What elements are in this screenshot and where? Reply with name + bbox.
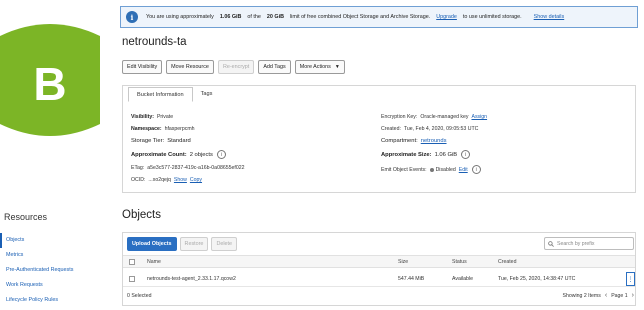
more-actions-label: More Actions (299, 64, 331, 70)
visibility-label: Visibility: (131, 114, 154, 120)
banner-text-mid: of the (247, 14, 261, 20)
selected-count: 0 Selected (127, 293, 152, 299)
visibility-value: Private (156, 114, 174, 120)
select-all-checkbox[interactable] (129, 258, 135, 265)
sidebar-item-pre-authenticated-requests[interactable]: Pre-Authenticated Requests (0, 263, 110, 278)
ocid-value: ...xo2qejq (148, 177, 171, 183)
encryption-key-row: Encryption Key: Oracle-managed key Assig… (381, 114, 487, 120)
search-input[interactable]: Search by prefix (544, 237, 634, 250)
details-tabs: Bucket Information Tags (128, 87, 220, 102)
ocid-copy-link[interactable]: Copy (190, 177, 202, 183)
add-tags-button[interactable]: Add Tags (258, 60, 291, 74)
namespace-value: hfasperpcmh (164, 126, 195, 132)
assign-key-link[interactable]: Assign (472, 114, 488, 120)
etag-row: ETag: a5e3c577-2837-419c-a16b-0a08655ef0… (131, 165, 244, 171)
banner-used: 1.06 GiB (219, 14, 242, 20)
status-dot-icon (429, 167, 434, 172)
banner-text-upgrade-post: to use unlimited storage. (462, 14, 522, 20)
object-size: 547.44 MiB (398, 275, 425, 282)
show-details-link[interactable]: Show details (534, 14, 565, 20)
bucket-actions: Edit Visibility Move Resource Re-encrypt… (122, 60, 345, 74)
approx-size-value: 1.06 GiB (434, 151, 458, 158)
object-status: Available (452, 275, 473, 282)
emit-events-row: Emit Object Events: Disabled Edit i (381, 165, 481, 174)
showing-count: Showing 2 Items (562, 292, 601, 299)
chevron-down-icon: ▼ (334, 64, 340, 70)
approx-size-label: Approximate Size: (381, 151, 432, 158)
search-placeholder: Search by prefix (557, 240, 595, 247)
tab-bucket-information[interactable]: Bucket Information (128, 87, 193, 102)
help-icon[interactable]: i (471, 165, 481, 174)
edit-visibility-button[interactable]: Edit Visibility (122, 60, 163, 74)
approx-count-value: 2 objects (189, 151, 213, 158)
visibility-row: Visibility: Private (131, 114, 173, 120)
column-status[interactable]: Status (452, 259, 467, 265)
emit-events-value: Disabled (435, 166, 456, 173)
help-icon[interactable]: i (461, 150, 471, 159)
created-value: Tue, Feb 4, 2020, 09:05:53 UTC (403, 126, 479, 132)
bucket-logo-letter: B (33, 58, 66, 110)
help-icon[interactable]: i (216, 150, 226, 159)
resources-list: Objects Metrics Pre-Authenticated Reques… (0, 233, 110, 308)
resources-heading: Resources (4, 212, 48, 222)
column-name[interactable]: Name (147, 259, 161, 265)
objects-heading: Objects (122, 209, 161, 221)
created-label: Created: (381, 126, 401, 132)
upgrade-link[interactable]: Upgrade (436, 14, 457, 20)
sidebar-item-objects[interactable]: Objects (0, 233, 110, 248)
approx-size-row: Approximate Size: 1.06 GiB i (381, 150, 471, 159)
row-actions-icon[interactable]: ⋮ (626, 272, 635, 286)
banner-text-pre: You are using approximately (146, 14, 214, 20)
namespace-row: Namespace: hfasperpcmh (131, 126, 195, 132)
emit-events-label: Emit Object Events: (381, 166, 427, 173)
storage-tier-value: Standard (167, 138, 191, 144)
created-row: Created: Tue, Feb 4, 2020, 09:05:53 UTC (381, 126, 478, 132)
sidebar-item-metrics[interactable]: Metrics (0, 248, 110, 263)
restore-button[interactable]: Restore (179, 237, 209, 251)
storage-tier-row: Storage Tier: Standard (131, 138, 191, 144)
edit-events-link[interactable]: Edit (459, 167, 468, 173)
banner-limit: 20 GiB (266, 14, 284, 20)
table-row[interactable]: netrounds-test-agent_2.33.1.17.qcow2 547… (123, 271, 635, 287)
more-actions-button[interactable]: More Actions ▼ (294, 60, 345, 74)
move-resource-button[interactable]: Move Resource (166, 60, 214, 74)
object-created: Tue, Feb 25, 2020, 14:38:47 UTC (498, 275, 576, 282)
storage-limit-banner: i You are using approximately 1.06 GiB o… (120, 6, 638, 28)
column-created[interactable]: Created (498, 259, 516, 265)
upload-objects-button[interactable]: Upload Objects (127, 237, 177, 251)
column-size[interactable]: Size (398, 259, 408, 265)
bucket-logo: B (0, 24, 100, 136)
banner-text-post: limit of free combined Object Storage an… (289, 14, 431, 20)
prev-page-icon[interactable]: ‹ (605, 292, 607, 299)
object-name[interactable]: netrounds-test-agent_2.33.1.17.qcow2 (147, 276, 236, 282)
sidebar-item-work-requests[interactable]: Work Requests (0, 278, 110, 293)
ocid-show-link[interactable]: Show (174, 177, 187, 183)
encryption-key-label: Encryption Key: (381, 114, 418, 120)
page-number: Page 1 (611, 292, 628, 299)
namespace-label: Namespace: (131, 126, 162, 132)
objects-table-header: Name Size Status Created (123, 255, 635, 268)
search-icon (548, 240, 554, 247)
etag-label: ETag: (131, 165, 145, 171)
etag-value: a5e3c577-2837-419c-a16b-0a08655ef022 (147, 165, 245, 171)
compartment-row: Compartment: netrounds (381, 138, 447, 144)
approx-count-row: Approximate Count: 2 objects i (131, 150, 226, 159)
tab-tags[interactable]: Tags (193, 87, 221, 102)
ocid-label: OCID: (131, 177, 146, 183)
encryption-key-value: Oracle-managed key (420, 114, 469, 120)
compartment-link[interactable]: netrounds (421, 138, 447, 144)
approx-count-label: Approximate Count: (131, 151, 187, 158)
objects-toolbar: Upload Objects Restore Delete (127, 237, 238, 251)
sidebar-item-lifecycle-policy-rules[interactable]: Lifecycle Policy Rules (0, 293, 110, 308)
pagination: Showing 2 Items ‹ Page 1 › (563, 292, 635, 299)
storage-tier-label: Storage Tier: (131, 138, 165, 144)
compartment-label: Compartment: (381, 138, 418, 144)
delete-button[interactable]: Delete (211, 237, 238, 251)
page-title: netrounds-ta (122, 36, 187, 48)
ocid-row: OCID: ...xo2qejq Show Copy (131, 177, 202, 183)
re-encrypt-button[interactable]: Re-encrypt (217, 60, 255, 74)
info-icon: i (126, 11, 138, 23)
row-checkbox[interactable] (129, 275, 135, 282)
next-page-icon[interactable]: › (632, 292, 634, 299)
